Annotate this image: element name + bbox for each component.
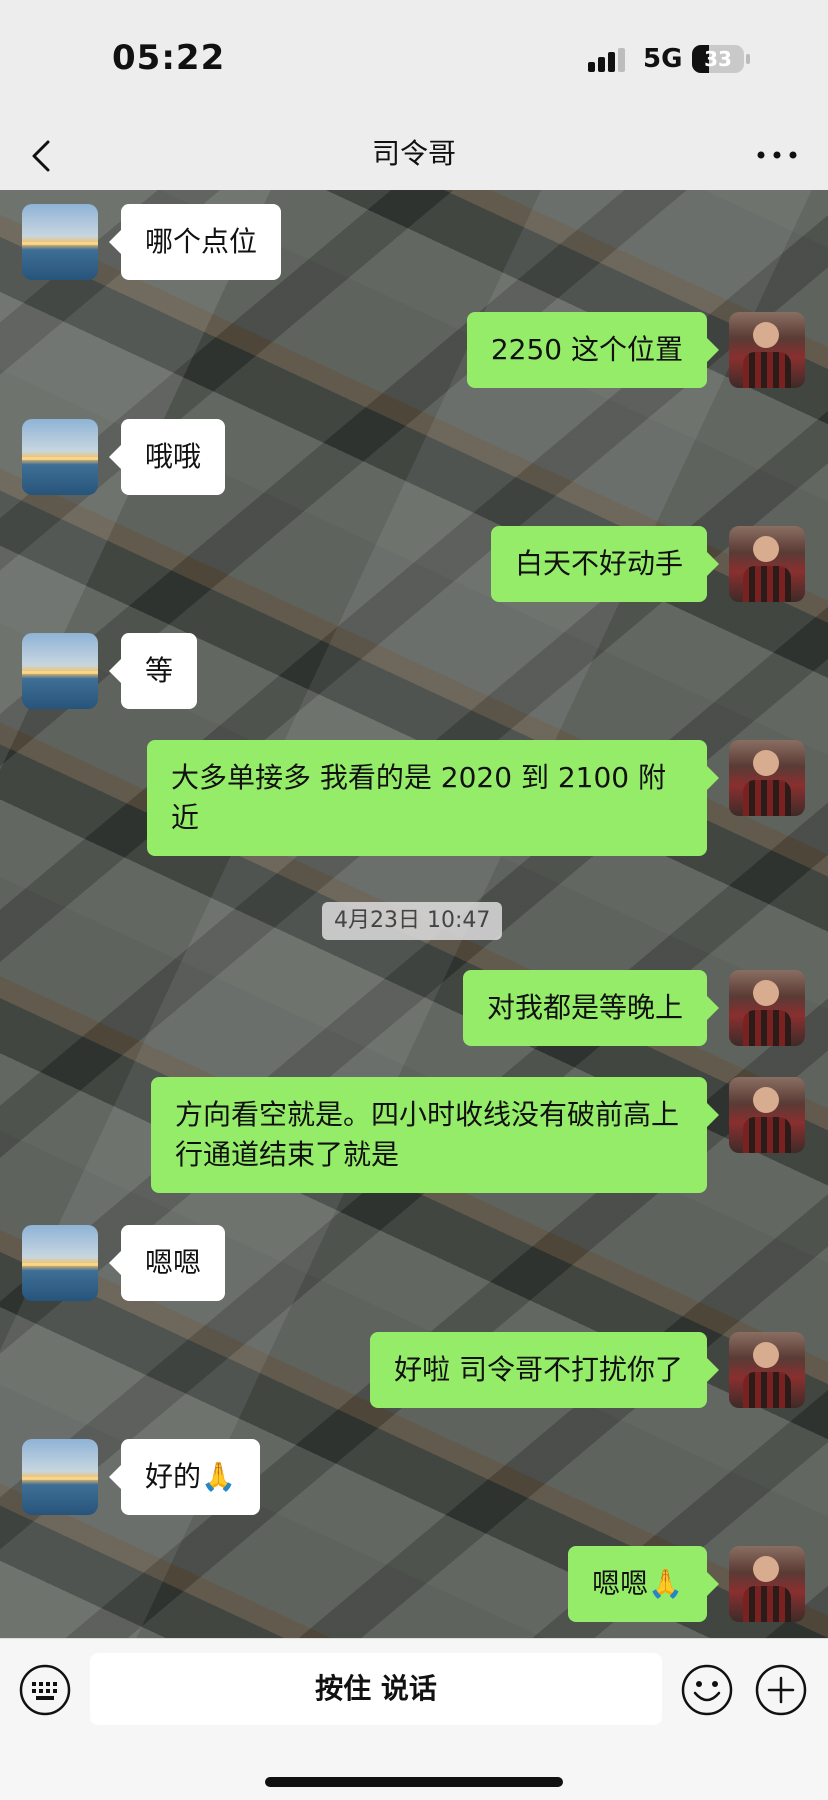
hold-to-talk-button[interactable]: 按住 说话 [90,1653,662,1725]
status-bar: 05:22 5G 33 [0,0,828,120]
avatar[interactable] [22,419,98,495]
message-bubble[interactable]: 大多单接多 我看的是 2020 到 2100 附近 [147,740,719,856]
chat-area[interactable]: 哪个点位 2250 这个位置 哦哦 白天不好动手 等 大多单接多 我看的是 20… [0,190,828,1638]
chat-screen: 05:22 5G 33 司令哥 哪个点位 2250 这个位置 哦哦 白天不好动手… [0,0,828,1800]
timestamp: 4月23日 10:47 [322,902,503,940]
more-icon[interactable] [752,140,802,170]
network-type: 5G [643,44,683,74]
avatar[interactable] [729,740,805,816]
message-bubble[interactable]: 方向看空就是。四小时收线没有破前高上行通道结束了就是 [151,1077,719,1193]
emoji-icon[interactable] [680,1663,734,1717]
message-bubble[interactable]: 白天不好动手 [490,526,720,602]
avatar[interactable] [729,312,805,388]
avatar[interactable] [22,1225,98,1301]
message-bubble[interactable]: 好的🙏 [109,1439,260,1515]
message-bubble[interactable]: 哦哦 [108,419,226,495]
chat-title: 司令哥 [371,137,456,170]
message-bubble[interactable]: 对我都是等晚上 [462,970,720,1046]
battery-level: 33 [704,47,732,71]
keyboard-icon[interactable] [18,1663,72,1717]
message-bubble[interactable]: 好啦 司令哥不打扰你了 [370,1332,719,1408]
avatar[interactable] [22,1439,98,1515]
avatar[interactable] [729,526,805,602]
avatar[interactable] [729,1546,805,1622]
plus-icon[interactable] [754,1663,808,1717]
message-bubble[interactable]: 嗯嗯🙏 [568,1546,719,1622]
message-bubble[interactable]: 等 [108,633,198,709]
avatar[interactable] [729,1332,805,1408]
message-bubble[interactable]: 嗯嗯 [108,1225,226,1301]
avatar[interactable] [729,970,805,1046]
battery-tip [746,54,750,64]
message-bubble[interactable]: 2250 这个位置 [466,312,720,388]
avatar[interactable] [22,204,98,280]
avatar[interactable] [729,1077,805,1153]
signal-icon [588,48,632,72]
battery-icon: 33 [692,45,744,73]
home-indicator [265,1777,563,1787]
input-bar: 按住 说话 [0,1638,828,1800]
message-bubble[interactable]: 哪个点位 [108,204,282,280]
nav-bar: 司令哥 [0,120,828,190]
avatar[interactable] [22,633,98,709]
status-time: 05:22 [112,38,226,78]
